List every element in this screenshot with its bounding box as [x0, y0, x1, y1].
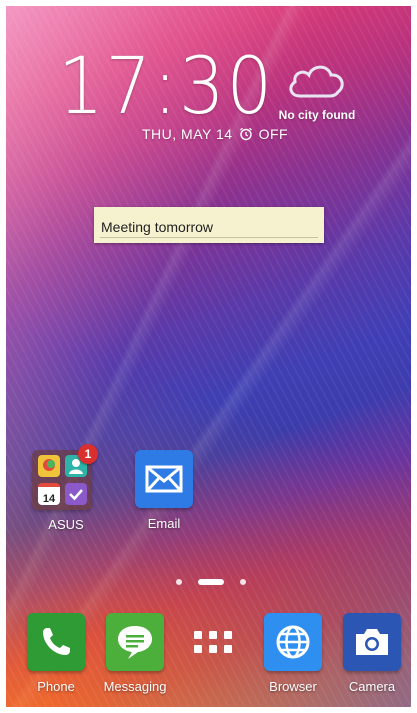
- tasks-app-icon: [65, 483, 87, 505]
- folder-label: ASUS: [48, 517, 84, 532]
- phone-icon: [27, 613, 85, 671]
- messaging-app[interactable]: Messaging: [95, 613, 175, 694]
- weather-app-icon: [38, 455, 60, 477]
- page-dot[interactable]: [176, 579, 182, 585]
- globe-icon: [264, 613, 322, 671]
- page-indicator[interactable]: [176, 579, 246, 585]
- weather-city: No city found: [278, 108, 356, 122]
- note-rule-line: [100, 237, 318, 238]
- phone-label: Phone: [37, 679, 75, 694]
- camera-icon: [343, 613, 401, 671]
- clock-time[interactable]: 17:30: [58, 42, 274, 132]
- calendar-day: 14: [42, 493, 56, 505]
- email-icon: [135, 450, 193, 508]
- browser-app[interactable]: Browser: [253, 613, 333, 694]
- alarm-clock-icon: [239, 127, 253, 141]
- camera-label: Camera: [348, 679, 396, 694]
- email-label: Email: [147, 516, 181, 531]
- note-text: Meeting tomorrow: [101, 219, 214, 235]
- phone-app[interactable]: Phone: [16, 613, 96, 694]
- page-dot-active[interactable]: [198, 579, 224, 585]
- alarm-status: OFF: [258, 126, 289, 142]
- weather-widget[interactable]: No city found: [272, 58, 362, 122]
- notification-badge: 1: [78, 444, 98, 464]
- calendar-app-icon: 14: [38, 483, 60, 505]
- messaging-label: Messaging: [103, 679, 167, 694]
- messaging-icon: [106, 613, 164, 671]
- apps-grid-icon[interactable]: [192, 627, 236, 657]
- browser-label: Browser: [269, 679, 317, 694]
- cloud-icon: [289, 65, 344, 98]
- note-widget[interactable]: Meeting tomorrow: [94, 207, 324, 243]
- date-text: THU, MAY 14: [142, 126, 233, 142]
- camera-app[interactable]: Camera: [332, 613, 412, 694]
- page-dot[interactable]: [240, 579, 246, 585]
- date-alarm-row[interactable]: THU, MAY 14 OFF: [142, 126, 288, 142]
- email-app[interactable]: Email: [124, 450, 204, 531]
